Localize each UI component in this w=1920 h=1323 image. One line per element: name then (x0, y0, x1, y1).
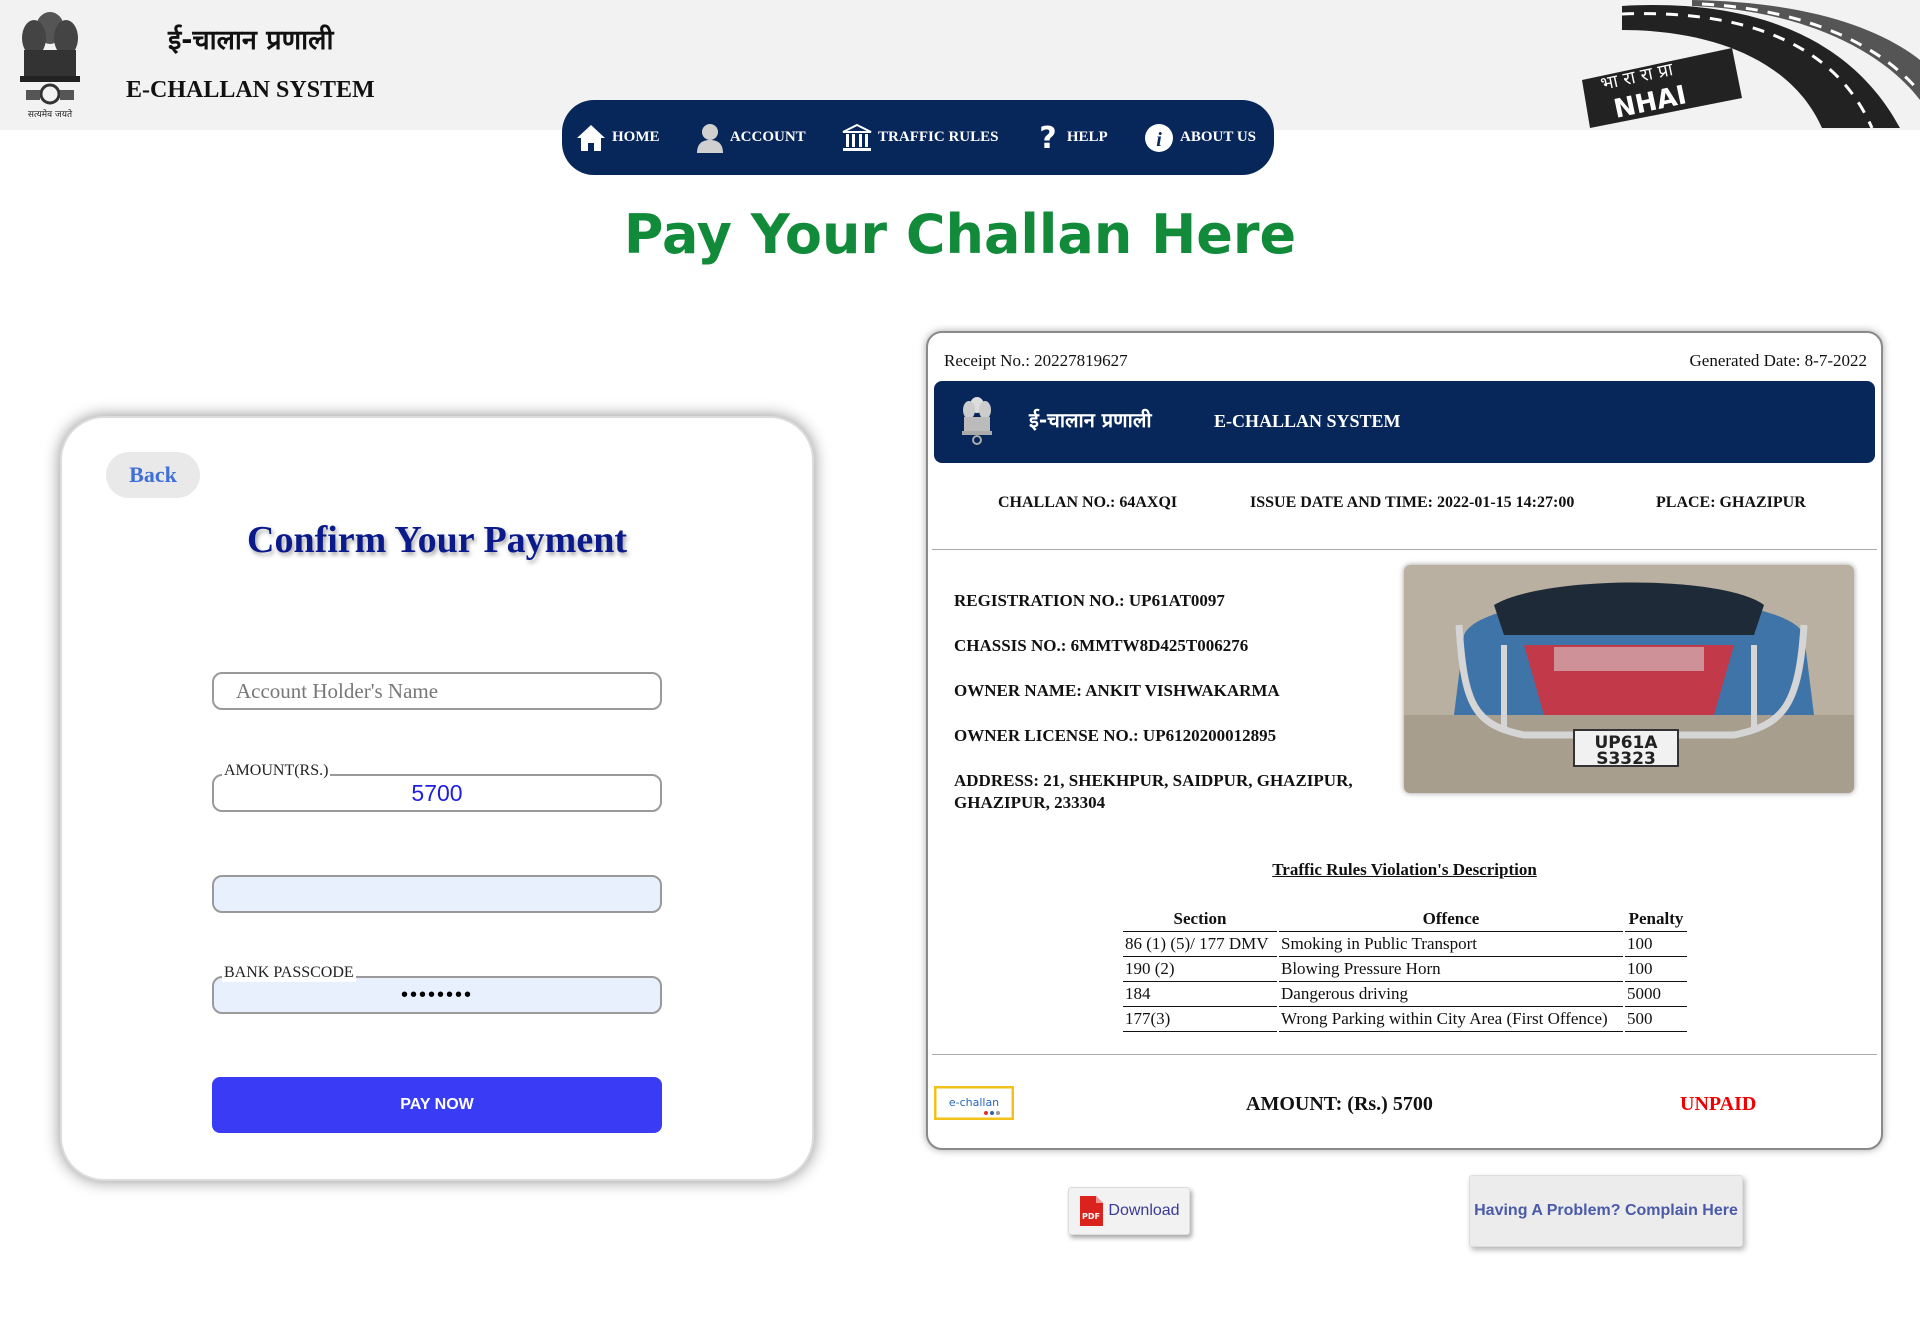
nav-traffic-rules-label: TRAFFIC RULES (878, 129, 999, 145)
table-cell: Smoking in Public Transport (1279, 932, 1623, 957)
table-cell: 190 (2) (1123, 957, 1277, 982)
payment-card: Back Confirm Your Payment AMOUNT(RS.) BA… (60, 416, 814, 1181)
table-cell: Wrong Parking within City Area (First Of… (1279, 1007, 1623, 1032)
system-title: E-CHALLAN SYSTEM (126, 77, 375, 103)
main-nav: HOME ACCOUNT TRAFFIC RULES ? HELP i ABOU… (562, 100, 1274, 175)
confirm-payment-title: Confirm Your Payment (247, 519, 627, 561)
generated-date: Generated Date: 8-7-2022 (1689, 351, 1867, 370)
violation-table: Section Offence Penalty 86 (1) (5)/ 177 … (1121, 907, 1689, 1032)
violation-description-title: Traffic Rules Violation's Description (1272, 860, 1537, 879)
chassis-number: CHASSIS NO.: 6MMTW8D425T006276 (954, 636, 1249, 655)
table-cell: 100 (1625, 932, 1687, 957)
echallan-logo-text: e-challan (949, 1096, 999, 1109)
echallan-logo-icon: e-challan (934, 1086, 1014, 1120)
table-cell: 500 (1625, 1007, 1687, 1032)
pay-now-button[interactable]: PAY NOW (212, 1077, 662, 1133)
table-cell: 184 (1123, 982, 1277, 1007)
download-button[interactable]: PDF Download (1068, 1187, 1190, 1235)
amount-label: AMOUNT(RS.) (222, 762, 331, 780)
bank-passcode-input[interactable] (214, 978, 660, 1012)
pdf-icon: PDF (1080, 1196, 1104, 1226)
autofill-input[interactable] (214, 877, 660, 911)
nhai-logo-icon: भा रा रा प्रा NHAI (1582, 0, 1920, 128)
account-holder-name-field[interactable] (212, 672, 662, 710)
owner-license-number: OWNER LICENSE NO.: UP6120200012895 (954, 726, 1277, 745)
receipt-header-band: ई-चालान प्रणाली E-CHALLAN SYSTEM (934, 381, 1875, 463)
nav-account-label: ACCOUNT (729, 129, 806, 145)
column-header: Offence (1279, 907, 1623, 932)
emblem-motto: सत्यमेव जयते (28, 108, 73, 120)
issue-date-time: ISSUE DATE AND TIME: 2022-01-15 14:27:00 (1250, 494, 1575, 511)
registration-number: REGISTRATION NO.: UP61AT0097 (954, 591, 1225, 610)
table-cell: Dangerous driving (1279, 982, 1623, 1007)
place: PLACE: GHAZIPUR (1656, 494, 1806, 511)
hindi-title: ई-चालान प्रणाली (168, 25, 334, 56)
nav-help-label: HELP (1066, 129, 1108, 145)
plate-line-2: S3323 (1596, 749, 1656, 769)
payment-status: UNPAID (1680, 1093, 1757, 1115)
receipt-system-title: E-CHALLAN SYSTEM (1214, 411, 1401, 431)
nav-account[interactable]: ACCOUNT (696, 123, 806, 153)
column-header: Penalty (1625, 907, 1687, 932)
challan-receipt: Receipt No.: 20227819627 Generated Date:… (926, 331, 1883, 1150)
account-holder-name-input[interactable] (214, 674, 660, 708)
question-icon: ? (1039, 122, 1056, 154)
back-button[interactable]: Back (106, 452, 200, 498)
table-row: 190 (2) Blowing Pressure Horn 100 (1123, 957, 1687, 982)
challan-number: CHALLAN NO.: 64AXQI (998, 494, 1178, 511)
divider (932, 549, 1877, 550)
table-header-row: Section Offence Penalty (1123, 907, 1687, 932)
nav-about-us[interactable]: i ABOUT US (1144, 123, 1256, 153)
nav-traffic-rules[interactable]: TRAFFIC RULES (842, 123, 998, 153)
svg-text:i: i (1156, 129, 1162, 151)
vehicle-photo: UP61A S3323 (1404, 565, 1854, 793)
nav-about-us-label: ABOUT US (1180, 129, 1256, 145)
receipt-number: Receipt No.: 20227819627 (944, 351, 1128, 370)
table-row: 184 Dangerous driving 5000 (1123, 982, 1687, 1007)
amount-input[interactable] (214, 776, 660, 810)
nav-home-label: HOME (612, 129, 660, 145)
page-title: Pay Your Challan Here (623, 203, 1297, 266)
address-line-2: GHAZIPUR, 233304 (954, 793, 1106, 812)
download-label: Download (1108, 1202, 1180, 1219)
pdf-badge-text: PDF (1082, 1212, 1100, 1221)
complain-button[interactable]: Having A Problem? Complain Here (1469, 1175, 1743, 1247)
national-emblem-icon (962, 397, 992, 445)
bank-passcode-label: BANK PASSCODE (222, 964, 356, 982)
table-cell: Blowing Pressure Horn (1279, 957, 1623, 982)
user-icon (696, 123, 723, 153)
table-row: 177(3) Wrong Parking within City Area (F… (1123, 1007, 1687, 1032)
table-cell: 5000 (1625, 982, 1687, 1007)
receipt-hindi-title: ई-चालान प्रणाली (1029, 408, 1152, 432)
divider (932, 1054, 1877, 1055)
owner-name: OWNER NAME: ANKIT VISHWAKARMA (954, 681, 1280, 700)
address-line-1: ADDRESS: 21, SHEKHPUR, SAIDPUR, GHAZIPUR… (954, 771, 1353, 790)
address: ADDRESS: 21, SHEKHPUR, SAIDPUR, GHAZIPUR… (954, 770, 1353, 814)
home-icon (577, 124, 605, 151)
column-header: Section (1123, 907, 1277, 932)
autofill-field[interactable] (212, 875, 662, 913)
table-row: 86 (1) (5)/ 177 DMV Smoking in Public Tr… (1123, 932, 1687, 957)
national-emblem-icon: सत्यमेव जयते (20, 12, 80, 120)
nav-help[interactable]: ? HELP (1035, 122, 1108, 154)
table-cell: 100 (1625, 957, 1687, 982)
challan-amount: AMOUNT: (Rs.) 5700 (1246, 1093, 1433, 1115)
table-cell: 177(3) (1123, 1007, 1277, 1032)
svg-text:?: ? (1039, 122, 1056, 154)
table-cell: 86 (1) (5)/ 177 DMV (1123, 932, 1277, 957)
bank-building-icon (842, 123, 872, 151)
info-icon: i (1145, 123, 1173, 152)
nav-home[interactable]: HOME (576, 124, 660, 152)
